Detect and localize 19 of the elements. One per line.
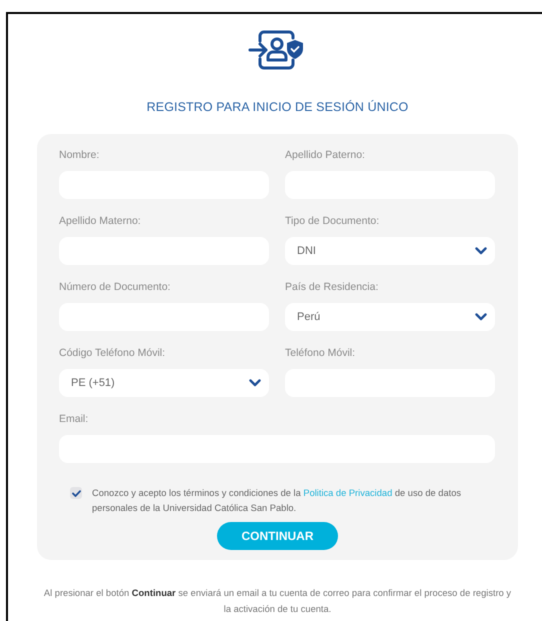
field-label: Código Teléfono Móvil: [59,346,166,360]
page-title: REGISTRO PARA INICIO DE SESIÓN ÚNICO [146,100,408,114]
footnote-text: Al presionar el botón Continuar se enviará un email a tu cuenta de correo para confirmar el proceso de registro y la activación de tu cuenta. [42,587,512,616]
field-label: Nombre: [59,148,100,162]
select-field[interactable]: PE (+51) [59,369,269,397]
consent-text: Conozco y acepto los términos y condiciones de la Politica de Privacidad de uso de datos personales de la Universidad Católica San Pablo. [92,487,462,515]
field-label: Apellido Paterno: [285,148,366,162]
field-label: País de Residencia: [285,280,380,294]
field-label: Email: [59,412,90,426]
field-label: Tipo de Documento: [285,214,380,228]
field-label: Número de Documento: [59,280,172,294]
chevron-down-icon [475,247,487,255]
chevron-down-icon [249,379,261,387]
field-label: Teléfono Móvil: [285,346,356,360]
checkbox[interactable] [70,487,82,499]
chevron-down-icon [475,313,487,321]
field-label: Apellido Materno: [59,214,142,228]
select-field[interactable]: Perú [285,303,495,331]
select-field[interactable]: DNI [285,237,495,265]
